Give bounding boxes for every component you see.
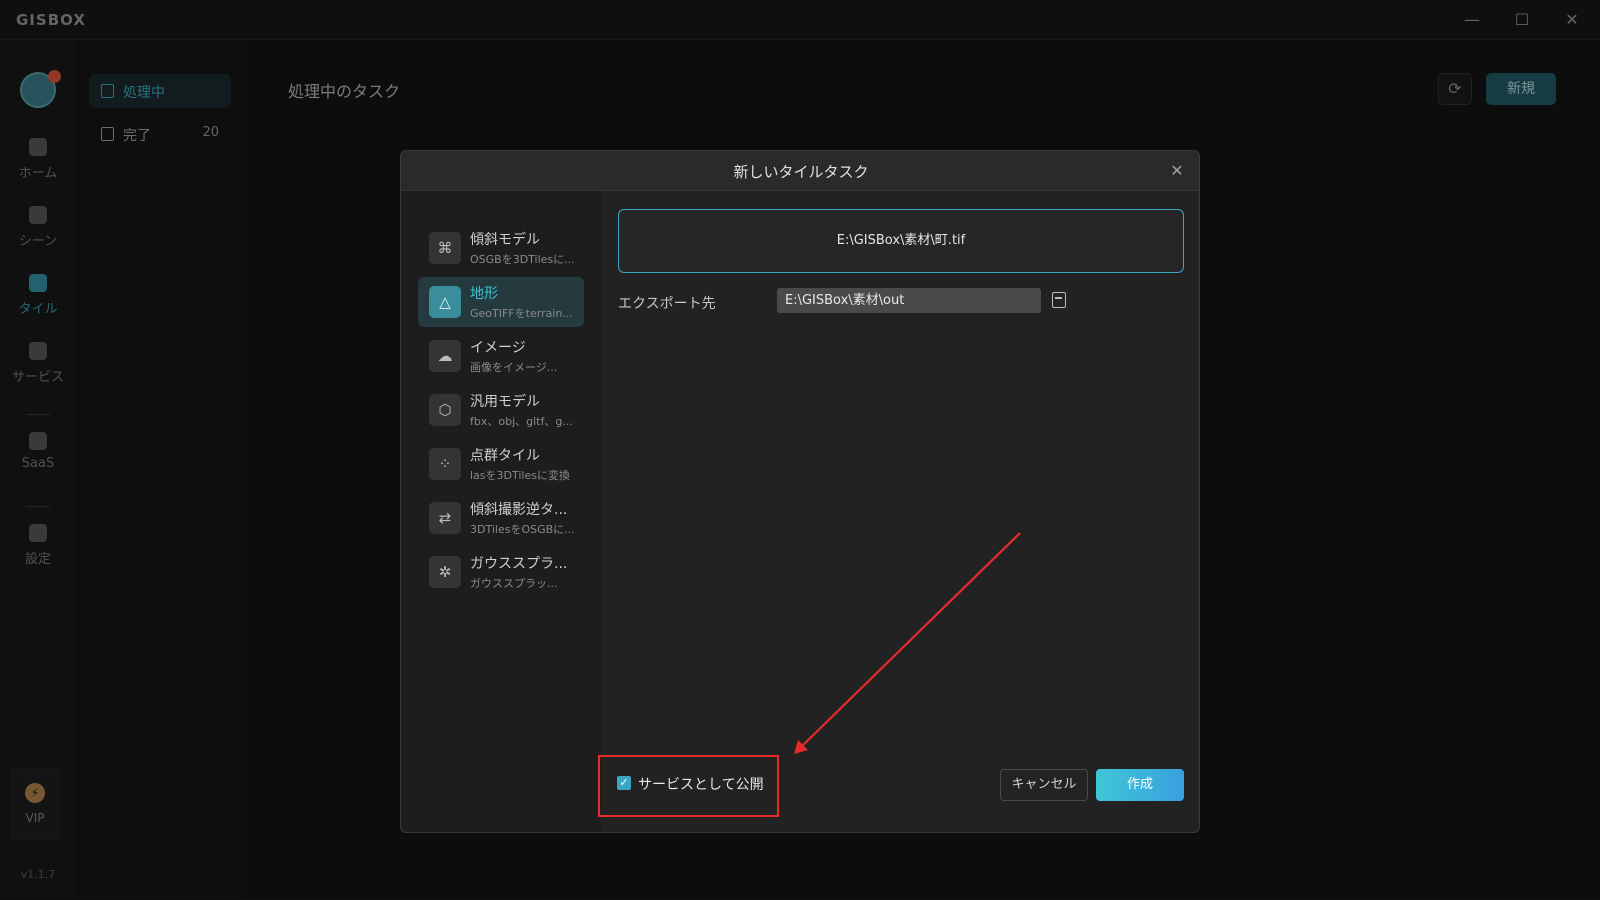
annotation-arrow (794, 532, 1021, 754)
